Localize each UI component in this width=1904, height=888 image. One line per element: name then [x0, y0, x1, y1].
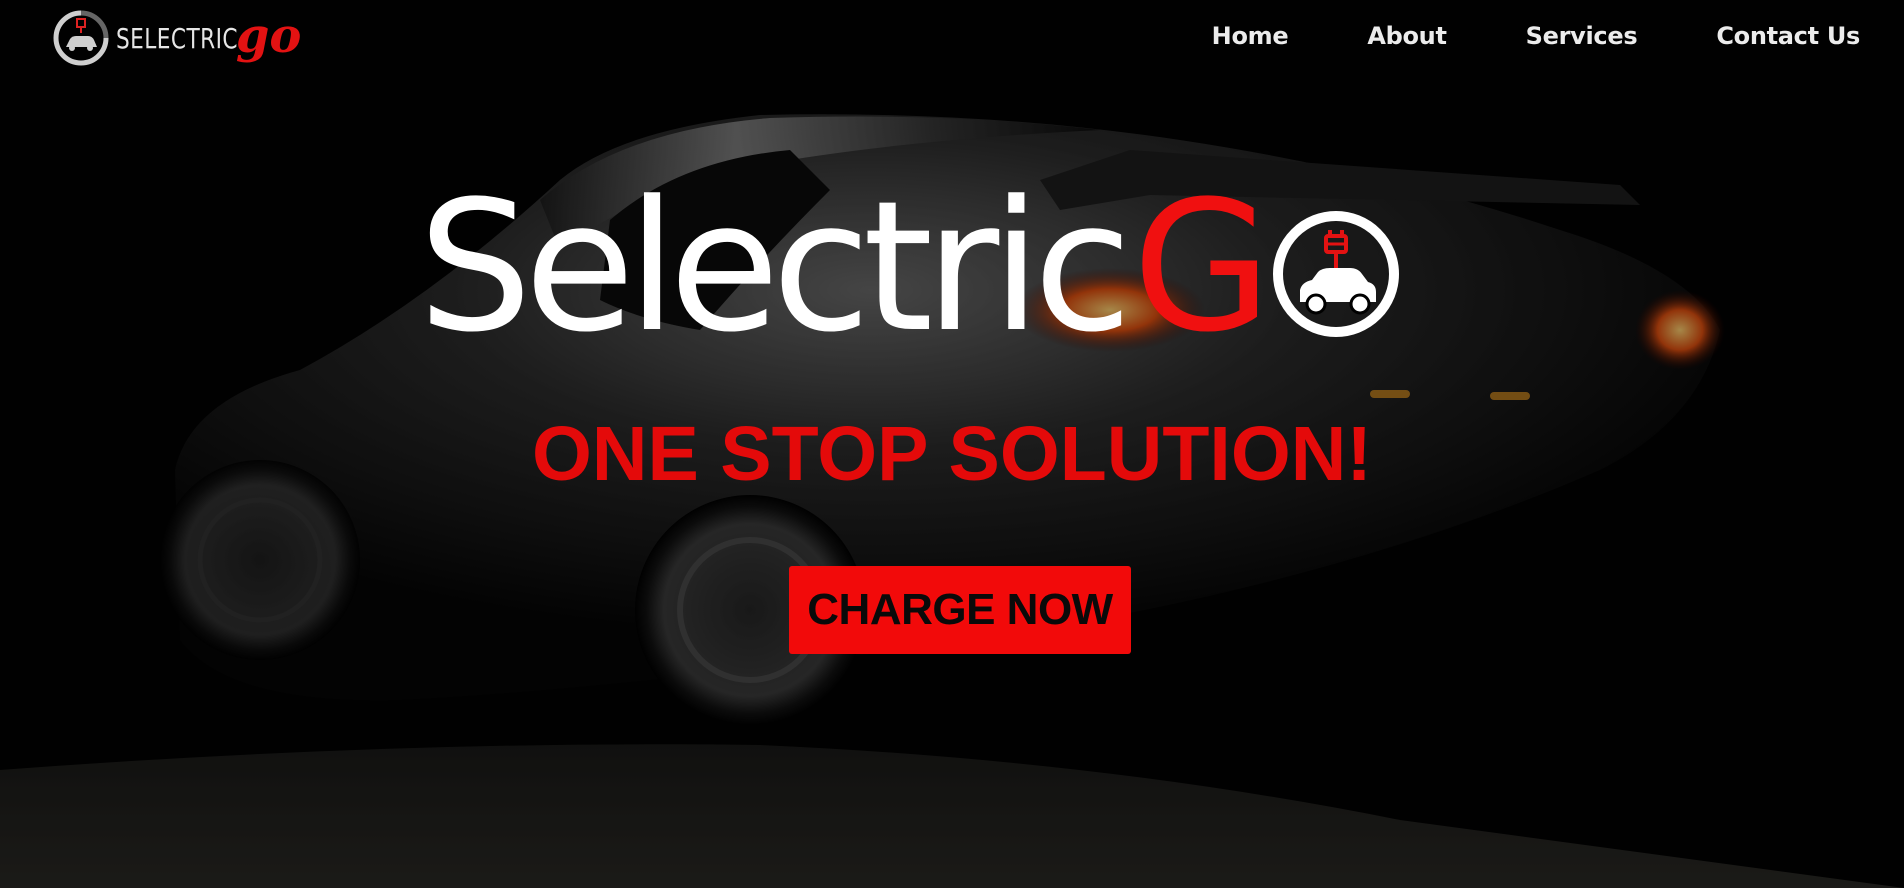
- nav-services-link[interactable]: Services: [1526, 22, 1638, 50]
- car-plug-icon: [53, 10, 109, 66]
- nav-contact-link[interactable]: Contact Us: [1716, 22, 1860, 50]
- car-plug-icon: [1272, 211, 1399, 337]
- hero-tagline: ONE STOP SOLUTION!: [532, 411, 1372, 497]
- hero-title-g: G: [1132, 163, 1272, 372]
- main-nav: Home About Services Contact Us: [1212, 22, 1861, 50]
- hero-title-selectric: Selectric: [418, 163, 1132, 372]
- nav-about-link[interactable]: About: [1367, 22, 1447, 50]
- logo-wordmark: SELECTRIC: [116, 21, 238, 55]
- charge-now-button[interactable]: CHARGE NOW: [789, 566, 1131, 654]
- hero-title: Selectric G: [418, 178, 1400, 358]
- logo-wordmark-go: go: [235, 8, 302, 64]
- nav-home-link[interactable]: Home: [1212, 22, 1289, 50]
- site-logo[interactable]: SELECTRIC go: [52, 6, 301, 70]
